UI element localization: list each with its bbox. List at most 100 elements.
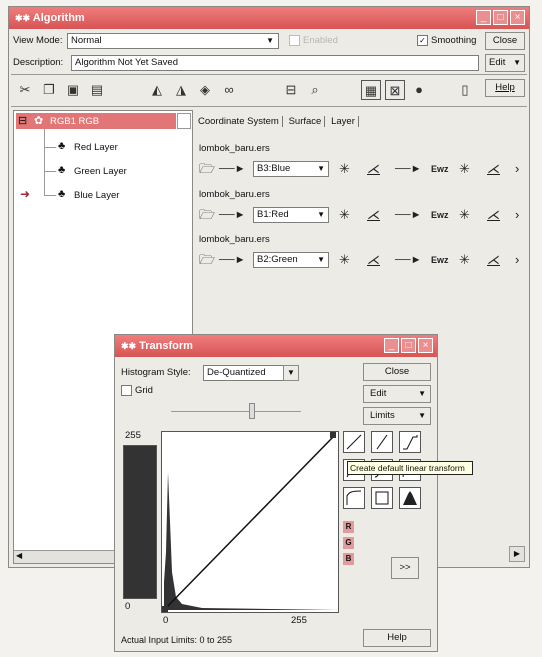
transform-help-button[interactable]: Help	[363, 629, 431, 647]
red-channel-label[interactable]: R	[343, 521, 354, 533]
toolbar-divider	[11, 74, 527, 75]
checkbox-icon	[121, 385, 132, 396]
tree-connector	[44, 129, 45, 195]
band-dropdown[interactable]: B2:Green ▼	[253, 252, 329, 268]
tab-surface[interactable]: Surface	[285, 116, 326, 127]
page-icon[interactable]: ▯	[455, 80, 475, 100]
edit-label: Edit	[489, 57, 506, 68]
smoothing-checkbox[interactable]: ✓ Smoothing	[417, 35, 476, 46]
transform-icon[interactable]: ⋌	[367, 251, 380, 269]
formula-icon[interactable]: Ewz	[431, 251, 449, 269]
tab-layer[interactable]: Layer	[328, 116, 359, 127]
view-mode-dropdown[interactable]: Normal ▼	[67, 33, 279, 49]
stop-icon[interactable]: ●	[409, 80, 429, 100]
chevron-down-icon: ▼	[317, 164, 325, 173]
formula-icon[interactable]: Ewz	[431, 206, 449, 224]
linear-icon	[346, 434, 362, 450]
copy-icon[interactable]: ❐	[39, 80, 59, 100]
filter-icon[interactable]: ✳	[459, 160, 470, 178]
transform-icon[interactable]: ⋌	[367, 160, 380, 178]
more-options-button[interactable]: >>	[391, 557, 419, 579]
maximize-icon[interactable]: □	[493, 10, 508, 25]
open-dataset-icon[interactable]: 🗁	[199, 160, 215, 178]
minimize-icon[interactable]: _	[384, 338, 399, 353]
tree-item-green-layer[interactable]: Green Layer	[74, 166, 127, 177]
tree-scroll-up[interactable]	[177, 113, 191, 129]
open-dataset-icon[interactable]: 🗁	[199, 206, 215, 224]
filter-icon[interactable]: ✳	[459, 206, 470, 224]
band-dropdown[interactable]: B3:Blue ▼	[253, 161, 329, 177]
blue-channel-label[interactable]: B	[343, 553, 354, 565]
tree-item-red-layer[interactable]: Red Layer	[74, 142, 118, 153]
help-button[interactable]: Help	[485, 79, 525, 97]
filter-icon[interactable]: ✳	[339, 251, 350, 269]
chevron-right-icon[interactable]: ›	[515, 251, 519, 269]
filter-icon[interactable]: ✳	[459, 251, 470, 269]
chevron-right-icon[interactable]: ›	[515, 206, 519, 224]
tree-root-row[interactable]: ⊟ ✿ RGB1 RGB	[16, 113, 176, 129]
formula-icon[interactable]: Ewz	[431, 160, 449, 178]
window-controls: _ □ ×	[384, 338, 433, 353]
transform-icon[interactable]: ⋌	[367, 206, 380, 224]
link-icon[interactable]: ∞	[219, 80, 239, 100]
minimize-icon[interactable]: _	[476, 10, 491, 25]
layer-edit-icon[interactable]: ◈	[195, 80, 215, 100]
clip-low-transform-button[interactable]	[343, 487, 365, 509]
grid-checkbox[interactable]: Grid	[121, 385, 153, 396]
layer-icon: ♣	[58, 188, 66, 200]
grid-icon[interactable]: ▦	[361, 80, 381, 100]
filter-icon[interactable]: ✳	[339, 160, 350, 178]
layer-add-icon[interactable]: ◭	[147, 80, 167, 100]
dataset-label: lombok_baru.ers	[199, 189, 270, 200]
tab-coordinate-system[interactable]: Coordinate System	[195, 116, 283, 127]
transform-icon[interactable]: ⋌	[487, 160, 500, 178]
tree-item-blue-layer[interactable]: Blue Layer	[74, 190, 119, 201]
close-button[interactable]: Close	[485, 32, 525, 50]
arrow-right-icon: ──►	[395, 254, 422, 266]
layer-remove-icon[interactable]: ◮	[171, 80, 191, 100]
linear-transform-button[interactable]	[371, 431, 393, 453]
close-icon[interactable]: ×	[418, 338, 433, 353]
transform-handle-high[interactable]	[330, 432, 336, 438]
edit-label: Edit	[370, 388, 387, 399]
chevron-right-icon[interactable]: ›	[515, 160, 519, 178]
description-field[interactable]: Algorithm Not Yet Saved	[71, 55, 479, 71]
transform-icon[interactable]: ⋌	[487, 206, 500, 224]
scissors-icon[interactable]: ✂	[15, 80, 35, 100]
tree-collapse-icon[interactable]: ⊟	[18, 114, 27, 127]
default-linear-transform-button[interactable]	[343, 431, 365, 453]
transform-icon[interactable]: ⋌	[487, 251, 500, 269]
histogram-match-button[interactable]	[399, 487, 421, 509]
open-dataset-icon[interactable]: 🗁	[199, 251, 215, 269]
band-dropdown[interactable]: B1:Red ▼	[253, 207, 329, 223]
algorithm-title-bar[interactable]: ✱✱ Algorithm	[9, 7, 529, 29]
slider-thumb[interactable]	[249, 403, 255, 419]
transform-edit-button[interactable]: Edit ▼	[363, 385, 431, 403]
maximize-icon[interactable]: □	[401, 338, 416, 353]
faded-check: Enabled	[289, 35, 338, 46]
checkbox-icon	[289, 35, 300, 46]
close-icon[interactable]: ×	[510, 10, 525, 25]
transform-close-button[interactable]: Close	[363, 363, 431, 381]
clipboard-icon[interactable]: ▤	[87, 80, 107, 100]
layer-icon: ♣	[58, 164, 66, 176]
surface-icon: ✿	[34, 115, 44, 127]
transform-handle-low[interactable]	[162, 606, 168, 612]
zoom-icon[interactable]: ⌕	[305, 80, 325, 100]
green-channel-label[interactable]: G	[343, 537, 354, 549]
paste-icon[interactable]: ▣	[63, 80, 83, 100]
limits-button[interactable]: Limits ▼	[363, 407, 431, 425]
scroll-left-icon[interactable]: ◀	[16, 551, 22, 560]
arrow-right-icon: ──►	[219, 254, 246, 266]
stretch-transform-button[interactable]	[399, 431, 421, 453]
filter-icon[interactable]: ✳	[339, 206, 350, 224]
box-icon[interactable]: ⊠	[385, 80, 405, 100]
processing-chain-row: 🗁 ──► B2:Green ▼ ✳ ⋌ ──► Ewz ✳ ⋌ ›	[195, 251, 525, 271]
transform-plot[interactable]	[161, 431, 339, 613]
clip-box-transform-button[interactable]	[371, 487, 393, 509]
chevron-down-icon[interactable]: ▼	[283, 365, 299, 381]
stack-icon[interactable]: ⊟	[281, 80, 301, 100]
app-icon: ✱✱	[121, 341, 137, 351]
scroll-right-icon[interactable]: ▶	[509, 546, 525, 562]
edit-menu-button[interactable]: Edit ▼	[485, 54, 525, 72]
